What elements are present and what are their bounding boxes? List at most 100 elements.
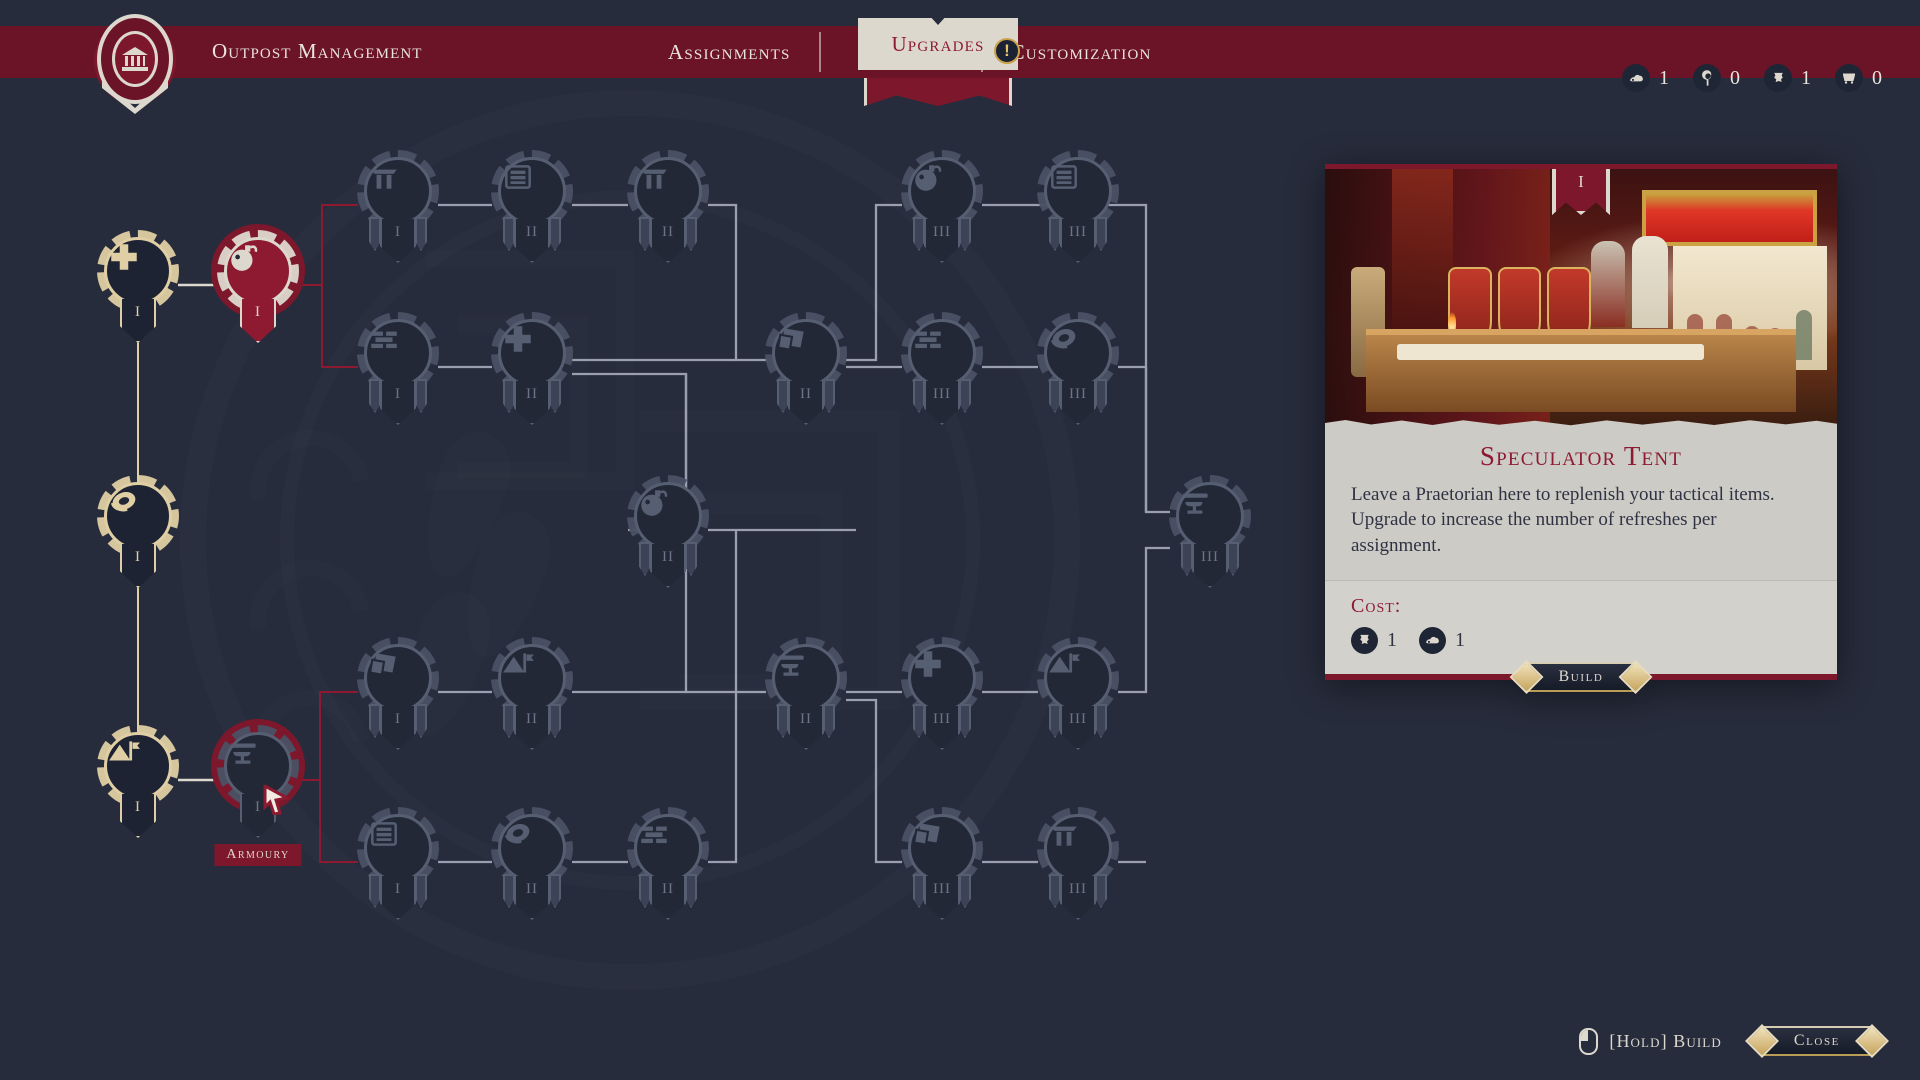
node-tier-ribbon: I [120, 544, 156, 588]
node-armoury-3[interactable]: III [1167, 475, 1253, 600]
resource-sickle-value: 0 [1730, 66, 1740, 89]
upgrade-info-panel: I Speculator Tent Leave a Praetorian her… [1325, 164, 1837, 692]
node-standards-3[interactable]: III [899, 807, 985, 932]
node-treasury-1[interactable]: I [95, 475, 181, 600]
resource-cloth-value: 1 [1801, 66, 1811, 89]
node-disc [498, 319, 566, 387]
node-standards-2[interactable]: II [763, 312, 849, 437]
node-tier-ribbon: I [120, 299, 156, 343]
cost-cloth: 1 [1351, 626, 1397, 654]
resource-cloth[interactable]: 1 [1764, 64, 1811, 92]
node-forum-1[interactable]: I [355, 150, 441, 275]
bomb-icon [231, 245, 275, 288]
anvil-icon [1183, 493, 1227, 533]
resource-cart[interactable]: 0 [1835, 64, 1882, 92]
resource-sickle[interactable]: 0 [1693, 64, 1740, 92]
resource-stone[interactable]: 1 [1622, 64, 1669, 92]
roman-temple-emblem-icon [97, 14, 173, 104]
node-standards-1[interactable]: I [355, 637, 441, 762]
tent-flag-icon [503, 653, 549, 695]
bricks-icon [915, 331, 959, 370]
banners-icon [776, 328, 823, 370]
pillars-icon [1051, 826, 1095, 865]
cloth-icon [1351, 626, 1378, 654]
node-disc [634, 482, 702, 550]
build-button[interactable]: Build [1524, 661, 1638, 692]
node-disc [364, 644, 432, 712]
resource-cart-value: 0 [1872, 66, 1882, 89]
node-disc [634, 157, 702, 225]
node-disc [1044, 814, 1112, 882]
coin-icon [110, 492, 155, 533]
node-disc [498, 157, 566, 225]
banners-icon [912, 823, 959, 865]
node-speculator-tent-1[interactable]: I [95, 725, 181, 850]
stone-block-icon [1622, 64, 1650, 92]
node-munitions-3[interactable]: III [899, 150, 985, 275]
mouse-cursor [263, 785, 289, 815]
node-masonry-1[interactable]: I [355, 312, 441, 437]
resource-bar: 1 0 1 0 [1622, 52, 1882, 104]
node-armoury-2[interactable]: II [763, 637, 849, 762]
node-disc [634, 814, 702, 882]
node-disc [908, 814, 976, 882]
bricks-icon [371, 331, 415, 370]
anvil-icon [779, 655, 823, 695]
node-forum-3[interactable]: III [1035, 807, 1121, 932]
page-title: Outpost Management [212, 39, 423, 63]
upgrade-description: Leave a Praetorian here to replenish you… [1351, 484, 1775, 556]
panel-bottom-accent: Build [1325, 661, 1837, 692]
nav-divider [818, 32, 821, 72]
node-disc [364, 319, 432, 387]
node-disc [498, 814, 566, 882]
node-disc [1044, 644, 1112, 712]
banners-icon [368, 653, 415, 695]
node-speculator-tent-3[interactable]: III [1035, 637, 1121, 762]
upgrade-title: Speculator Tent [1479, 441, 1683, 471]
node-archive-2[interactable]: II [489, 150, 575, 275]
scroll-stack-icon [505, 165, 549, 208]
tab-upgrades[interactable]: Upgrades [858, 18, 1018, 70]
node-disc [772, 319, 840, 387]
tab-assignments[interactable]: Assignments [640, 26, 819, 78]
bomb-icon [641, 490, 685, 533]
node-medical-tent-1[interactable]: I [95, 230, 181, 355]
shield-cross-icon [505, 326, 549, 370]
node-masonry-2[interactable]: II [625, 807, 711, 932]
node-tooltip: Armoury [214, 844, 302, 866]
close-button[interactable]: Close [1759, 1026, 1874, 1056]
footer-controls: [Hold] Build Close [1579, 1026, 1874, 1056]
node-disc [908, 644, 976, 712]
stone-block-icon [1419, 626, 1446, 654]
node-disc [1044, 157, 1112, 225]
node-archive-1[interactable]: I [355, 807, 441, 932]
node-disc [104, 482, 172, 550]
build-button-wrapper: Build [1524, 661, 1638, 692]
node-disc [908, 319, 976, 387]
node-disc [498, 644, 566, 712]
node-disc [1044, 319, 1112, 387]
node-treasury-3[interactable]: III [1035, 312, 1121, 437]
node-munitions-1[interactable]: I [211, 224, 305, 355]
outpost-logo[interactable] [88, 6, 182, 116]
node-archive-3[interactable]: III [1035, 150, 1121, 275]
node-forum-2[interactable]: II [625, 150, 711, 275]
node-disc [1176, 482, 1244, 550]
cart-icon [1835, 64, 1863, 92]
node-disc [224, 237, 292, 305]
sickle-icon [1693, 64, 1721, 92]
bomb-icon [915, 165, 959, 208]
node-medical-tent-2[interactable]: II [489, 312, 575, 437]
node-speculator-tent-2[interactable]: II [489, 637, 575, 762]
cost-cloth-value: 1 [1387, 628, 1397, 651]
pillars-icon [371, 169, 415, 208]
cost-label: Cost: [1351, 594, 1402, 617]
shield-cross-icon [111, 244, 155, 288]
node-disc [908, 157, 976, 225]
cost-section: Cost: 1 1 [1325, 579, 1837, 674]
node-masonry-3[interactable]: III [899, 312, 985, 437]
node-medical-tent-3[interactable]: III [899, 637, 985, 762]
node-disc [772, 644, 840, 712]
node-treasury-2[interactable]: II [489, 807, 575, 932]
node-munitions-2[interactable]: II [625, 475, 711, 600]
